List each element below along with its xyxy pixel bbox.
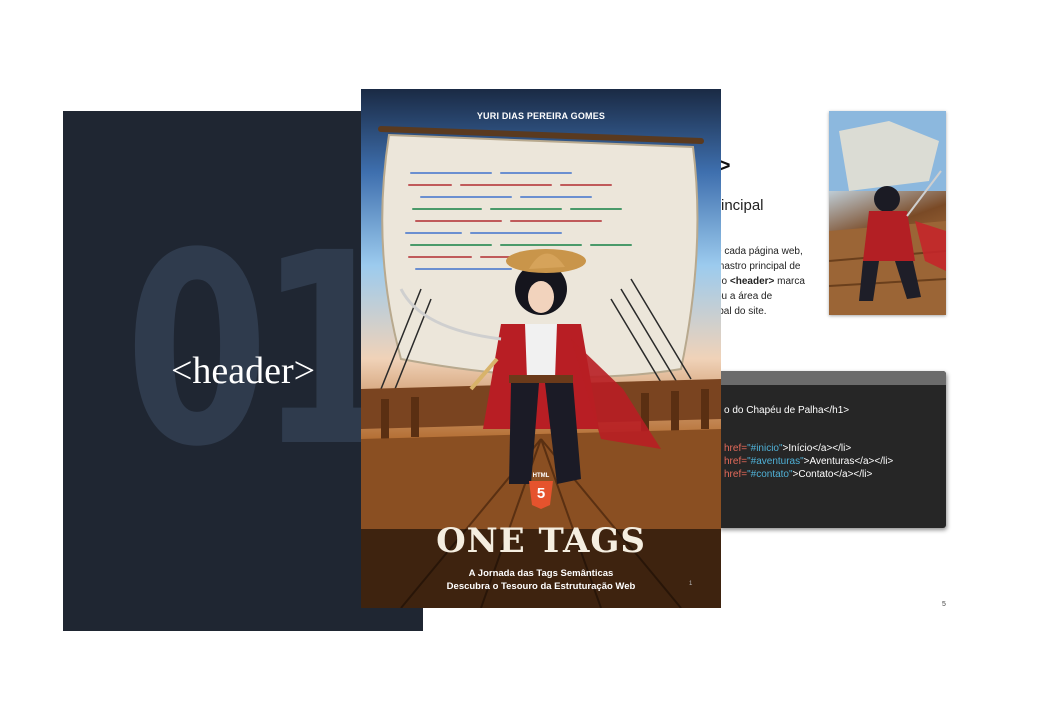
- cover-title: ONE TAGS: [436, 521, 646, 561]
- pirate-illustration-art: [829, 111, 946, 315]
- code-text: >Contato</a></li>: [792, 469, 873, 480]
- code-text: >Início</a></li>: [782, 443, 852, 454]
- code-block: o do Chapéu de Palha</h1> href="#inicio"…: [718, 371, 946, 528]
- cover-author: YURI DIAS PEREIRA GOMES: [476, 111, 606, 121]
- code-line: href="#inicio">Início</a></li>: [724, 442, 851, 455]
- paragraph-line: ipal do site.: [716, 306, 767, 317]
- code-block-titlebar: [718, 371, 946, 385]
- html5-label: HTML: [532, 473, 550, 479]
- paragraph-line: e cada página web,: [716, 246, 803, 257]
- code-attr: href=: [724, 469, 748, 480]
- code-string: "#contato": [747, 469, 793, 480]
- code-string: "#aventuras": [747, 456, 804, 467]
- paragraph-line: ou a área de: [716, 291, 773, 302]
- page-number: 5: [942, 601, 946, 608]
- code-attr: href=: [724, 443, 748, 454]
- book-cover: YURI DIAS PEREIRA GOMES HTML 5 ONE TAGS …: [361, 89, 721, 608]
- pirate-illustration: [829, 111, 946, 315]
- html5-logo-icon: 5: [536, 485, 546, 502]
- paragraph-line: , o <header> marca: [716, 274, 808, 289]
- code-string: "#inicio": [747, 443, 783, 454]
- paragraph-bold-tag: <header>: [729, 276, 775, 287]
- cover-page-number: 1: [689, 581, 693, 587]
- code-text: >Aventuras</a></li>: [803, 456, 894, 467]
- document-page: '> rincipal e cada página web, mastro pr…: [700, 111, 960, 621]
- paragraph-line: mastro principal de: [716, 261, 801, 272]
- page-paragraph: e cada página web, mastro principal de ,…: [716, 244, 808, 319]
- cover-tagline: Descubra o Tesouro da Estruturação Web: [446, 581, 636, 592]
- cover-subtitle: A Jornada das Tags Semânticas: [468, 568, 614, 579]
- code-line: href="#aventuras">Aventuras</a></li>: [724, 455, 893, 468]
- code-attr: href=: [724, 456, 748, 467]
- page-subheading: rincipal: [716, 197, 764, 214]
- code-line: href="#contato">Contato</a></li>: [724, 468, 872, 481]
- paragraph-text: marca: [774, 276, 805, 287]
- code-line: o do Chapéu de Palha</h1>: [724, 405, 850, 416]
